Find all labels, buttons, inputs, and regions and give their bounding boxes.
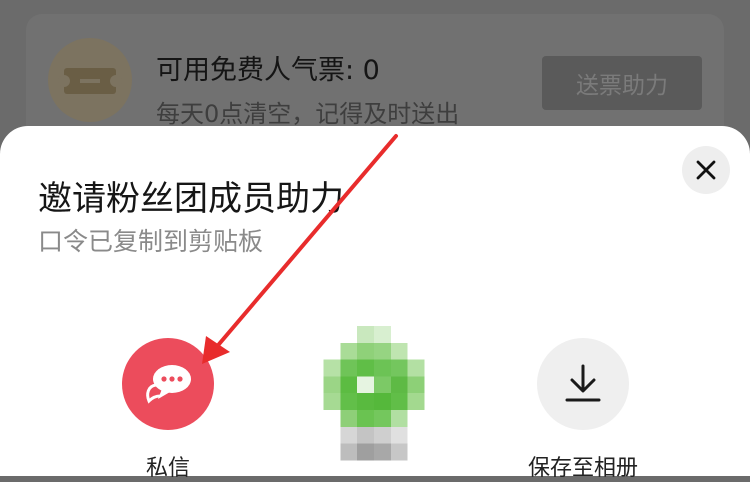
share-save-to-album[interactable]: 保存至相册 [523,338,643,482]
free-ticket-count: 可用免费人气票: 0 [156,55,380,86]
private-message-label: 私信 [145,456,190,481]
close-button[interactable] [682,146,730,194]
chat-bubble-icon [146,365,191,404]
private-message-button[interactable] [122,338,214,430]
close-icon [696,160,716,180]
send-ticket-button[interactable]: 送票助力 [542,56,702,110]
save-to-album-label: 保存至相册 [527,456,638,481]
wechat-icon [323,326,425,461]
save-to-album-button[interactable] [537,338,629,430]
ticket-icon [48,38,132,122]
share-wechat[interactable] [320,326,428,476]
invite-share-sheet: 邀请粉丝团成员助力 口令已复制到剪贴板 私信 保存至相册 [0,126,750,481]
download-icon [565,364,601,402]
sheet-subtitle: 口令已复制到剪贴板 [38,227,264,256]
free-ticket-hint: 每天0点清空，记得及时送出 [156,100,460,128]
share-private-message[interactable]: 私信 [108,338,228,482]
sheet-title: 邀请粉丝团成员助力 [38,179,344,219]
